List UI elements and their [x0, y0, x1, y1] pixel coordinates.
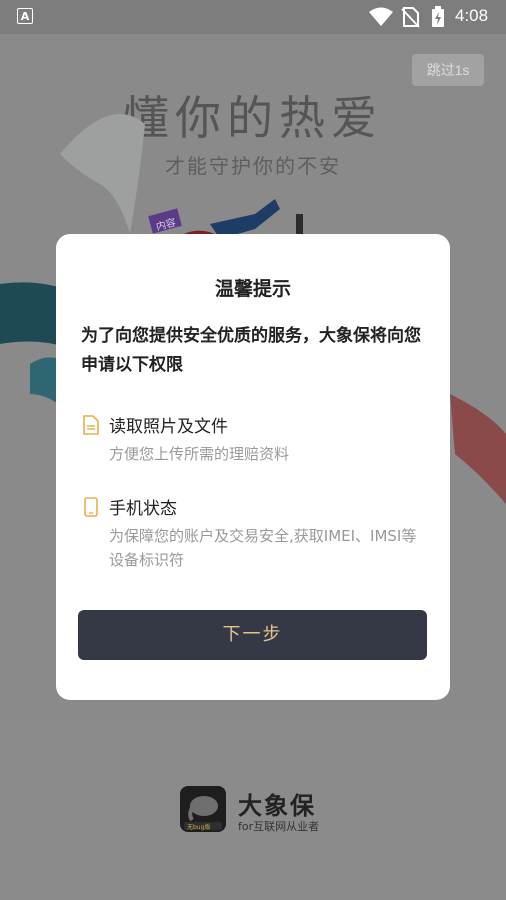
phone-icon	[84, 497, 98, 517]
no-sim-icon	[401, 7, 420, 28]
brand-logo: 无bug版	[180, 786, 226, 832]
dialog-title: 温馨提示	[214, 278, 291, 300]
next-step-button[interactable]: 下一步	[78, 610, 427, 660]
brand-name: 大象保	[238, 792, 316, 820]
battery-charging-icon	[432, 6, 444, 27]
permission-name: 手机状态	[109, 499, 177, 519]
clock: 4:08	[455, 6, 489, 25]
file-icon	[83, 415, 99, 435]
permission-name: 读取照片及文件	[109, 417, 228, 437]
brand-tagline: for互联网从业者	[238, 820, 320, 833]
brand-badge: 无bug版	[187, 823, 210, 831]
status-bar: A 4:08	[0, 0, 506, 34]
app-notification-icon: A	[17, 8, 33, 24]
elephant-logo-icon: 无bug版	[184, 796, 222, 831]
wifi-icon	[369, 7, 393, 26]
dialog-intro: 为了向您提供安全优质的服务，大象保将向您申请以下权限	[81, 326, 421, 375]
permission-desc: 为保障您的账户及交易安全,获取IMEI、IMSI等设备标识符	[109, 527, 417, 569]
brand-footer: 无bug版 大象保 for互联网从业者	[0, 720, 506, 900]
permission-desc: 方便您上传所需的理赔资料	[109, 445, 290, 463]
permission-dialog: 温馨提示 为了向您提供安全优质的服务，大象保将向您申请以下权限 读取照片及文件 …	[56, 234, 450, 700]
